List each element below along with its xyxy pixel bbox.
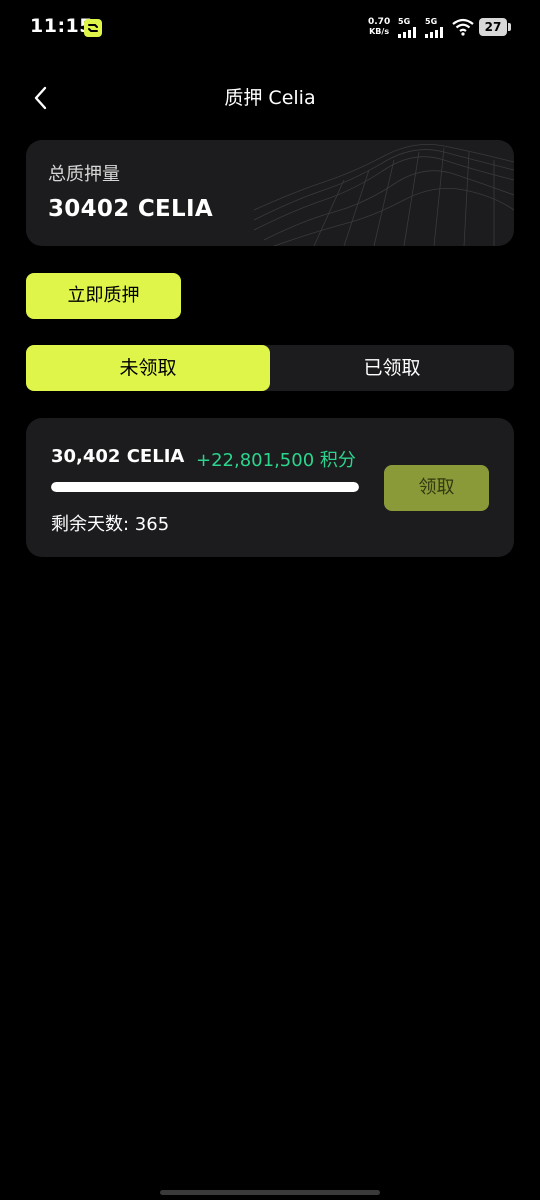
record-progress-bar <box>51 482 359 492</box>
status-bar: 11:15 0.70 KB/s 5G 5G 27 <box>0 0 540 56</box>
signal-bars-icon <box>398 27 416 38</box>
total-staked-card: 总质押量 30402 CELIA <box>26 140 514 246</box>
signal-bars-icon <box>425 27 443 38</box>
signal-2: 5G <box>425 17 445 38</box>
record-amount: 30,402 CELIA <box>51 446 185 467</box>
claim-status-tabs: 未领取 已领取 <box>26 345 514 391</box>
signal-1-label: 5G <box>398 17 411 26</box>
total-staked-label: 总质押量 <box>48 164 120 185</box>
page-title: 质押 Celia <box>224 87 316 109</box>
network-speed-value: 0.70 <box>368 17 391 27</box>
stake-record-card: 30,402 CELIA +22,801,500 积分 剩余天数: 365 领取 <box>26 418 514 557</box>
tab-unclaimed[interactable]: 未领取 <box>26 345 270 391</box>
record-points: +22,801,500 积分 <box>196 450 356 471</box>
home-indicator <box>160 1190 380 1195</box>
record-days-remaining: 剩余天数: 365 <box>51 514 170 535</box>
signal-1: 5G <box>398 17 418 38</box>
stake-now-button[interactable]: 立即质押 <box>26 273 181 319</box>
tab-claimed[interactable]: 已领取 <box>270 345 514 391</box>
battery-indicator: 27 <box>479 18 511 36</box>
wireframe-wave-decoration <box>254 143 514 246</box>
network-speed: 0.70 KB/s <box>368 17 390 37</box>
record-progress-fill <box>51 482 359 492</box>
signal-2-label: 5G <box>425 17 438 26</box>
app-notification-icon <box>84 19 102 37</box>
network-speed-unit: KB/s <box>369 27 390 36</box>
wifi-icon <box>452 18 474 36</box>
claim-button[interactable]: 领取 <box>384 465 489 511</box>
total-staked-value: 30402 CELIA <box>48 196 213 222</box>
